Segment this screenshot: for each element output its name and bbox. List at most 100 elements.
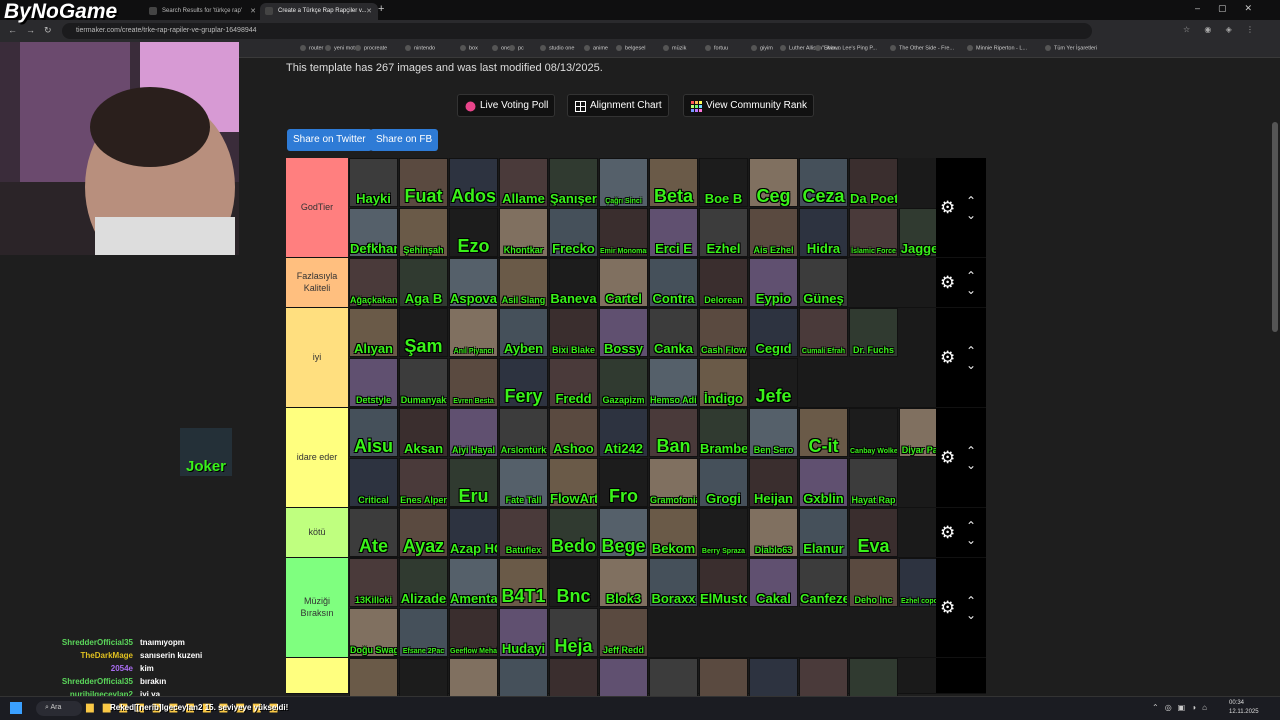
- tier-item[interactable]: Şam: [399, 308, 448, 357]
- tier-item[interactable]: [449, 658, 498, 696]
- tier-item[interactable]: Contra: [649, 258, 698, 307]
- close-icon[interactable]: ✕: [366, 7, 372, 15]
- tier-item[interactable]: Geeflow Mehab: [449, 608, 498, 657]
- tier-item[interactable]: Deho Inc: [849, 558, 898, 607]
- move-down-icon[interactable]: ⌄: [966, 534, 976, 546]
- tier-item[interactable]: Diablo63: [749, 508, 798, 557]
- tier-item[interactable]: Anıl Piyancı: [449, 308, 498, 357]
- tier-item[interactable]: [549, 658, 598, 696]
- move-up-icon[interactable]: ⌃: [966, 270, 976, 282]
- tier-item[interactable]: Fery: [499, 358, 548, 407]
- tier-item[interactable]: Fuat: [399, 158, 448, 207]
- tier-item[interactable]: [499, 658, 548, 696]
- bookmark-item[interactable]: procreate: [355, 45, 387, 51]
- tier-item[interactable]: Erci E: [649, 208, 698, 257]
- tier-item[interactable]: Cegıd: [749, 308, 798, 357]
- tier-item[interactable]: [749, 658, 798, 696]
- tier-item[interactable]: C-it: [799, 408, 848, 457]
- tier-label[interactable]: kötü: [286, 508, 348, 557]
- bookmark-item[interactable]: router: [300, 45, 323, 51]
- tier-label[interactable]: [286, 658, 348, 693]
- tier-item[interactable]: Ezhel: [699, 208, 748, 257]
- move-down-icon[interactable]: ⌄: [966, 609, 976, 621]
- tier-item[interactable]: Aga B: [399, 258, 448, 307]
- tier-item[interactable]: Ağaçkakan: [349, 258, 398, 307]
- move-up-icon[interactable]: ⌃: [966, 595, 976, 607]
- tier-item[interactable]: Frecko: [549, 208, 598, 257]
- tier-item[interactable]: Aspova: [449, 258, 498, 307]
- tier-label[interactable]: Fazlasıyla Kaliteli: [286, 258, 348, 307]
- tier-item[interactable]: Blok3: [599, 558, 648, 607]
- move-down-icon[interactable]: ⌄: [966, 459, 976, 471]
- tier-item[interactable]: Ayaz: [399, 508, 448, 557]
- move-up-icon[interactable]: ⌃: [966, 345, 976, 357]
- tier-item[interactable]: FlowArt: [549, 458, 598, 507]
- tier-item[interactable]: Cakal: [749, 558, 798, 607]
- gear-icon[interactable]: ⚙: [940, 199, 956, 216]
- tier-item[interactable]: Alıyan: [349, 308, 398, 357]
- bookmark-item[interactable]: giyim: [751, 45, 773, 51]
- move-up-icon[interactable]: ⌃: [966, 195, 976, 207]
- tier-item[interactable]: Doğu Swag: [349, 608, 398, 657]
- tier-item[interactable]: [849, 658, 898, 696]
- tier-item[interactable]: Bnc: [549, 558, 598, 607]
- tier-item[interactable]: Canbay Wolker: [849, 408, 898, 457]
- tier-item[interactable]: Defkhan: [349, 208, 398, 257]
- bookmark-item[interactable]: Shawn Lee's Ping P...: [815, 45, 877, 51]
- tier-item[interactable]: Hemso Adil: [649, 358, 698, 407]
- tier-item[interactable]: Bekom: [649, 508, 698, 557]
- tier-item[interactable]: Alizade: [399, 558, 448, 607]
- community-rank-button[interactable]: View Community Rank: [683, 94, 814, 117]
- window-controls[interactable]: –▢✕: [1195, 3, 1270, 14]
- tier-item[interactable]: Berry Spraza: [699, 508, 748, 557]
- tier-item[interactable]: Arslontürk: [499, 408, 548, 457]
- tier-item[interactable]: Hudayi: [499, 608, 548, 657]
- tier-item[interactable]: 13Killoki: [349, 558, 398, 607]
- bookmark-item[interactable]: Minnie Riperton - L...: [967, 45, 1027, 51]
- dragged-tier-item[interactable]: Joker: [180, 428, 232, 476]
- gear-icon[interactable]: ⚙: [940, 349, 956, 366]
- bookmark-item[interactable]: nintendo: [405, 45, 435, 51]
- share-twitter-button[interactable]: Share on Twitter: [287, 129, 372, 151]
- tier-item[interactable]: Ceza: [799, 158, 848, 207]
- url-field[interactable]: tiermaker.com/create/trke-rap-rapiler-ve…: [62, 23, 1092, 39]
- tier-item[interactable]: Ados: [449, 158, 498, 207]
- tier-label[interactable]: iyi: [286, 308, 348, 407]
- tier-item[interactable]: Azap HG: [449, 508, 498, 557]
- tier-item[interactable]: Elanur: [799, 508, 848, 557]
- tier-item[interactable]: Ben Sero: [749, 408, 798, 457]
- tier-label[interactable]: Müziği Bıraksın: [286, 558, 348, 657]
- tier-item[interactable]: [349, 658, 398, 696]
- bookmark-item[interactable]: fortuu: [705, 45, 728, 51]
- gear-icon[interactable]: ⚙: [940, 599, 956, 616]
- tier-item[interactable]: Fate Tall: [499, 458, 548, 507]
- tier-item[interactable]: Ais Ezhel: [749, 208, 798, 257]
- tier-item[interactable]: Fro: [599, 458, 648, 507]
- tier-item[interactable]: Gxblin: [799, 458, 848, 507]
- tier-item[interactable]: Hayat Rap: [849, 458, 898, 507]
- gear-icon[interactable]: ⚙: [940, 274, 956, 291]
- tier-item[interactable]: Hidra: [799, 208, 848, 257]
- bookmark-item[interactable]: Tüm Yer İşaretleri: [1045, 45, 1097, 51]
- tier-item[interactable]: Cumali Efrah: [799, 308, 848, 357]
- tier-item[interactable]: Ezo: [449, 208, 498, 257]
- tier-item[interactable]: İslamic Force: [849, 208, 898, 257]
- move-down-icon[interactable]: ⌄: [966, 284, 976, 296]
- tier-item[interactable]: Critical: [349, 458, 398, 507]
- new-tab-icon[interactable]: +: [378, 3, 384, 15]
- tier-item[interactable]: Boe B: [699, 158, 748, 207]
- tier-item[interactable]: [599, 658, 648, 696]
- tier-item[interactable]: Jeff Redd: [599, 608, 648, 657]
- tier-item[interactable]: Emir Monoman: [599, 208, 648, 257]
- bookmark-item[interactable]: belgesel: [616, 45, 646, 51]
- tier-item[interactable]: Boraxx: [649, 558, 698, 607]
- alignment-chart-button[interactable]: Alignment Chart: [567, 94, 669, 117]
- tier-item[interactable]: Allame: [499, 158, 548, 207]
- tier-item[interactable]: Eru: [449, 458, 498, 507]
- tab-create-tierlist[interactable]: Create a Türkçe Rap Rapçiler v... ✕: [260, 3, 378, 20]
- tier-item[interactable]: Gramofonia: [649, 458, 698, 507]
- tier-label[interactable]: GodTier: [286, 158, 348, 257]
- share-facebook-button[interactable]: Share on FB: [370, 129, 439, 151]
- tier-item[interactable]: Güneş: [799, 258, 848, 307]
- tier-item[interactable]: Eypio: [749, 258, 798, 307]
